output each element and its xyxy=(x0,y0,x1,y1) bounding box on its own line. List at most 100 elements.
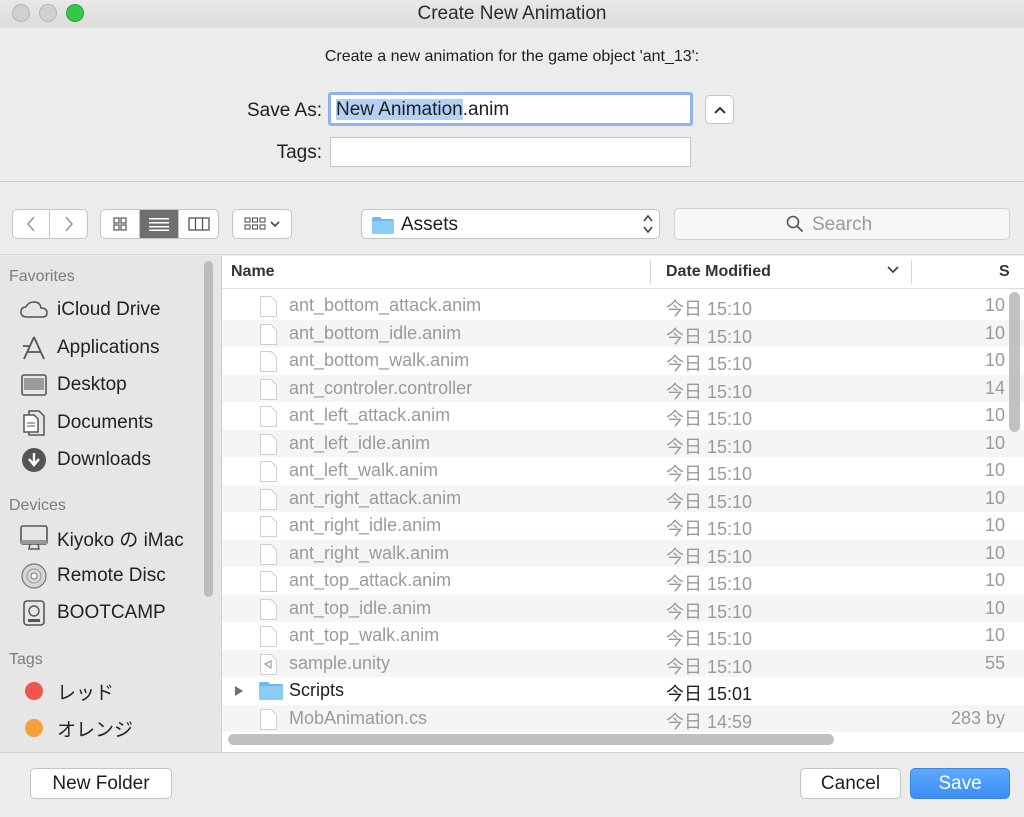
column-header-size[interactable]: S xyxy=(999,263,1010,281)
sidebar-item-bootcamp[interactable]: BOOTCAMP xyxy=(20,599,166,627)
location-label: Assets xyxy=(401,214,459,235)
search-placeholder: Search xyxy=(812,214,873,235)
file-name: ant_right_walk.anim xyxy=(289,542,450,563)
sidebar-item-applications[interactable]: Applications xyxy=(20,334,159,362)
file-row[interactable]: ant_bottom_attack.anim 今日 15:10 10 xyxy=(222,292,1024,320)
file-row[interactable]: sample.unity 今日 15:10 55 xyxy=(222,649,1024,677)
dialog-footer: New Folder Cancel Save xyxy=(0,752,1024,817)
collapse-dialog-button[interactable] xyxy=(705,95,734,124)
document-icon xyxy=(260,296,277,317)
sidebar-item-label: Downloads xyxy=(57,449,151,470)
file-size: 10 xyxy=(984,515,1005,535)
file-row[interactable]: ant_right_attack.anim 今日 15:10 10 xyxy=(222,484,1024,512)
sidebar-item-icloud-drive[interactable]: iCloud Drive xyxy=(20,296,160,324)
tags-field[interactable] xyxy=(330,137,691,167)
file-name: ant_bottom_idle.anim xyxy=(289,322,462,343)
cancel-button[interactable]: Cancel xyxy=(800,768,901,799)
sidebar-scrollbar[interactable] xyxy=(204,261,213,597)
file-name: ant_top_idle.anim xyxy=(289,597,432,618)
search-field[interactable]: Search xyxy=(674,208,1010,240)
file-date: 今日 15:10 xyxy=(666,381,753,402)
download-icon xyxy=(20,446,48,474)
title-bar: Create New Animation xyxy=(0,0,1024,28)
file-date: 今日 15:10 xyxy=(666,436,753,457)
sidebar-item-downloads[interactable]: Downloads xyxy=(20,446,151,474)
file-size: 10 xyxy=(984,570,1005,590)
file-size: 10 xyxy=(984,625,1005,645)
sidebar-item-imac[interactable]: Kiyoko の iMac xyxy=(20,524,184,552)
location-popup[interactable]: Assets xyxy=(361,209,660,239)
file-name: ant_left_idle.anim xyxy=(289,432,431,453)
window-title: Create New Animation xyxy=(417,3,607,24)
sidebar-item-tag-red[interactable]: レッド xyxy=(20,677,114,705)
up-down-chevron-icon xyxy=(643,214,653,234)
sidebar-item-label: Desktop xyxy=(57,374,127,395)
file-row[interactable]: ant_left_attack.anim 今日 15:10 10 xyxy=(222,402,1024,430)
back-button[interactable] xyxy=(13,210,51,238)
file-name: ant_right_attack.anim xyxy=(289,487,462,508)
file-name: MobAnimation.cs xyxy=(289,707,428,728)
file-row[interactable]: ant_top_attack.anim 今日 15:10 10 xyxy=(222,567,1024,595)
file-size: 10 xyxy=(984,322,1005,343)
horizontal-scrollbar[interactable] xyxy=(228,734,834,745)
document-icon xyxy=(260,516,277,537)
file-size: 14 xyxy=(984,377,1005,398)
file-row[interactable]: ant_left_walk.anim 今日 15:10 10 xyxy=(222,457,1024,485)
column-header-name[interactable]: Name xyxy=(231,263,275,281)
file-row[interactable]: ant_right_idle.anim 今日 15:10 10 xyxy=(222,512,1024,540)
arrange-menu-button[interactable] xyxy=(232,209,292,239)
file-row[interactable]: ant_top_walk.anim 今日 15:10 10 xyxy=(222,622,1024,650)
file-date: 今日 15:10 xyxy=(666,299,753,319)
sidebar-item-label: Kiyoko の iMac xyxy=(57,529,184,551)
filename-extension: .anim xyxy=(462,99,510,120)
forward-button[interactable] xyxy=(50,210,87,238)
folder-icon xyxy=(372,217,394,234)
file-name: ant_bottom_attack.anim xyxy=(289,295,482,315)
new-folder-button[interactable]: New Folder xyxy=(30,768,172,799)
chevron-down-icon xyxy=(270,220,280,227)
sidebar-section-favorites: Favorites xyxy=(9,268,75,285)
save-button[interactable]: Save xyxy=(910,768,1010,799)
browser-toolbar: Assets Search xyxy=(0,183,1024,255)
disclosure-triangle-icon[interactable] xyxy=(234,685,244,697)
vertical-scrollbar[interactable] xyxy=(1009,292,1020,432)
file-row[interactable]: ant_bottom_idle.anim 今日 15:10 10 xyxy=(222,319,1024,347)
column-divider[interactable] xyxy=(650,260,651,284)
sidebar-item-desktop[interactable]: Desktop xyxy=(20,371,127,399)
save-as-field[interactable]: New Animation.anim xyxy=(328,92,693,126)
tags-label: Tags: xyxy=(276,142,322,163)
file-name: ant_controler.controller xyxy=(289,377,473,398)
document-icon xyxy=(260,543,277,565)
sidebar-item-tag-orange[interactable]: オレンジ xyxy=(20,714,133,742)
document-icon xyxy=(260,626,277,647)
save-options-panel: Create a new animation for the game obje… xyxy=(0,28,1024,182)
chevron-right-icon xyxy=(64,216,73,232)
file-date: 今日 15:10 xyxy=(666,326,753,347)
file-row[interactable]: ant_top_idle.anim 今日 15:10 10 xyxy=(222,594,1024,622)
column-header-date[interactable]: Date Modified xyxy=(666,263,771,281)
grid-icon xyxy=(113,217,127,231)
sidebar-item-label: iCloud Drive xyxy=(57,299,161,320)
chevron-up-icon xyxy=(713,106,726,114)
icon-view-button[interactable] xyxy=(101,210,141,238)
file-row[interactable]: ant_bottom_walk.anim 今日 15:10 10 xyxy=(222,347,1024,375)
file-row[interactable]: MobAnimation.cs 今日 14:59 283 by xyxy=(222,704,1024,732)
file-list: Name Date Modified S ant_bottom_attack.a… xyxy=(221,256,1024,752)
file-row[interactable]: ant_left_idle.anim 今日 15:10 10 xyxy=(222,429,1024,457)
column-view-button[interactable] xyxy=(179,210,218,238)
document-icon xyxy=(260,461,277,482)
file-size: 10 xyxy=(984,295,1005,315)
chevron-left-icon xyxy=(26,216,35,232)
file-row[interactable]: ant_right_walk.anim 今日 15:10 10 xyxy=(222,539,1024,567)
file-row[interactable]: ant_controler.controller 今日 15:10 14 xyxy=(222,374,1024,402)
column-header: Name Date Modified S xyxy=(222,256,1024,289)
sidebar-item-remote-disc[interactable]: Remote Disc xyxy=(20,562,166,590)
file-name: ant_bottom_walk.anim xyxy=(289,350,470,370)
file-name: ant_top_walk.anim xyxy=(289,625,440,645)
list-view-button[interactable] xyxy=(140,210,180,238)
sidebar-item-label: Applications xyxy=(57,337,160,358)
sidebar-item-documents[interactable]: Documents xyxy=(20,409,153,437)
column-divider[interactable] xyxy=(911,260,912,284)
folder-row[interactable]: Scripts 今日 15:01 xyxy=(222,677,1024,705)
file-name: ant_right_idle.anim xyxy=(289,515,442,535)
